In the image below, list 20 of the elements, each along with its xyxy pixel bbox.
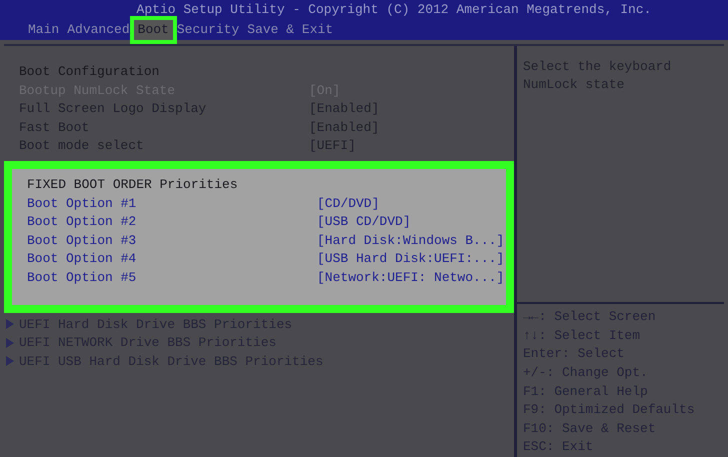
menu-tab[interactable]: Boot — [134, 20, 173, 40]
boot-option-label[interactable]: Boot Option #5 — [27, 270, 317, 285]
triangle-icon — [6, 338, 14, 348]
boot-option-value[interactable]: [CD/DVD] — [317, 196, 380, 211]
boot-option-value[interactable]: [USB CD/DVD] — [317, 214, 411, 230]
menu-tab[interactable]: Save & Exit — [243, 20, 338, 40]
boot-option-value[interactable]: [Network:UEFI: Netwo...] — [317, 270, 504, 285]
menu-tab[interactable]: Advanced — [63, 20, 134, 40]
menu-tab[interactable]: Security — [172, 20, 244, 40]
menu-tab[interactable]: Main — [24, 20, 64, 40]
triangle-icon — [6, 356, 14, 366]
boot-option-label[interactable]: Boot Option #2 — [27, 214, 317, 230]
window-title: Aptio Setup Utility - Copyright (C) 2012 American Megatrends, Inc. — [136, 1, 652, 19]
section-heading: FIXED BOOT ORDER Priorities — [27, 177, 239, 192]
boot-option-value[interactable]: [Hard Disk:Windows B...] — [317, 232, 504, 248]
boot-option-label[interactable]: Boot Option #4 — [27, 251, 317, 266]
boot-option-label[interactable]: Boot Option #1 — [27, 196, 317, 211]
triangle-icon — [6, 319, 14, 330]
boot-option-value[interactable]: [USB Hard Disk:UEFI:...] — [317, 251, 504, 266]
boot-option-label[interactable]: Boot Option #3 — [27, 232, 317, 248]
